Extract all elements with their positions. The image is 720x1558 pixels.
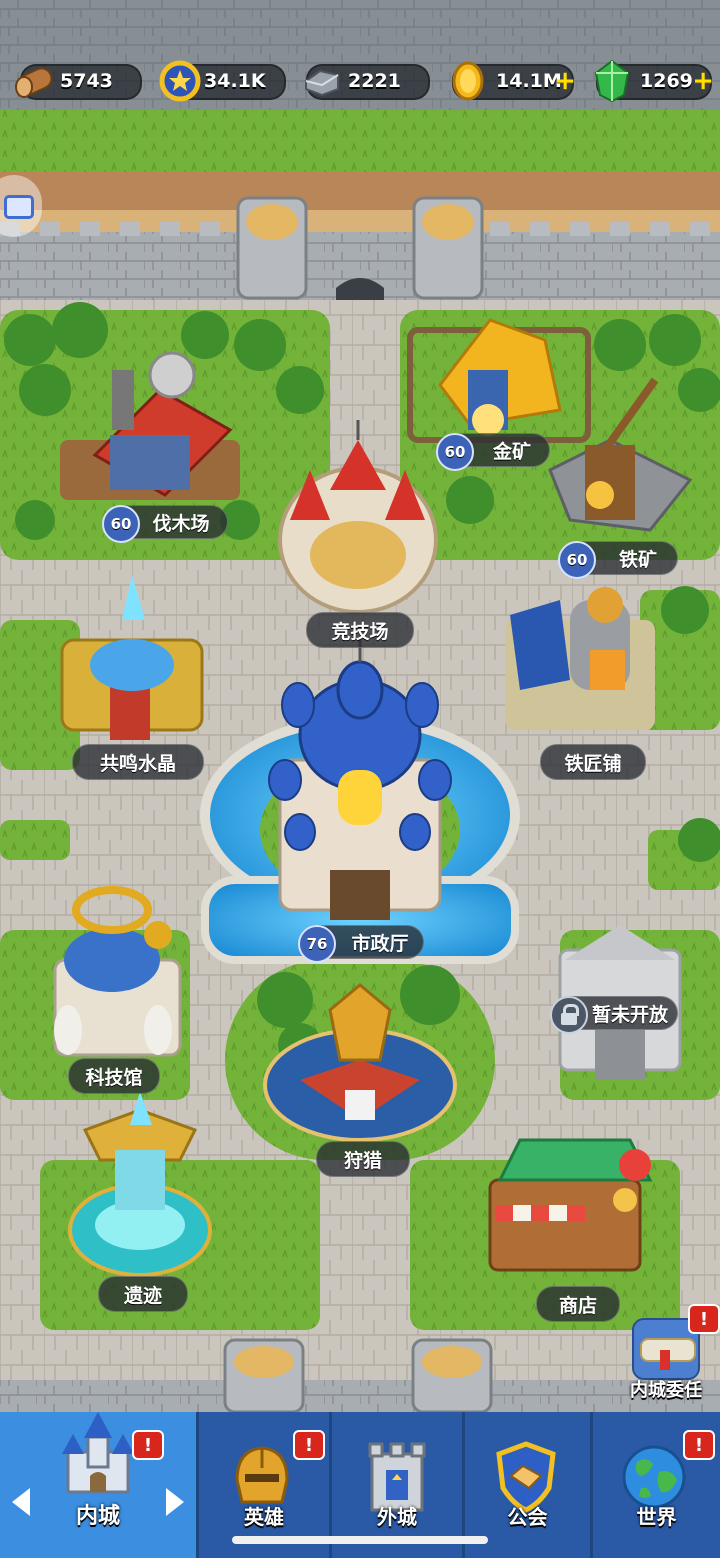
- gem-value: 1269: [640, 70, 693, 92]
- world-alert-badge: !: [683, 1430, 715, 1460]
- iron-counter[interactable]: 2221: [305, 64, 430, 100]
- wood-value: 5743: [60, 70, 113, 92]
- tab-guild-label: 公会: [507, 1505, 548, 1529]
- tech-hall-label[interactable]: 科技馆: [68, 1058, 160, 1094]
- crystal-label[interactable]: 共鸣水晶: [72, 744, 204, 780]
- gold-icon: [452, 61, 484, 101]
- iron-mine-level: 60: [558, 541, 596, 579]
- tab-inner-city-label: 内城: [75, 1504, 120, 1529]
- tab-heroes-label: 英雄: [244, 1505, 284, 1529]
- resource-bar: 5743 34.1K 2221 14.1M + 1269 +: [0, 55, 720, 107]
- gem-counter[interactable]: 1269 +: [594, 59, 714, 103]
- tab-inner-city[interactable]: ! 内城: [0, 1412, 196, 1558]
- medal-value: 34.1K: [204, 70, 266, 92]
- tab-world-label: 世界: [636, 1505, 677, 1529]
- commission-alert-badge: !: [688, 1304, 720, 1334]
- shop-label[interactable]: 商店: [536, 1286, 620, 1322]
- ruins-label[interactable]: 遗迹: [98, 1276, 188, 1312]
- gem-icon: [594, 59, 630, 103]
- arena-label[interactable]: 竞技场: [306, 612, 414, 648]
- lock-icon: [550, 996, 588, 1034]
- wood-counter[interactable]: 5743: [15, 64, 142, 100]
- commission-label: 内城委任: [630, 1380, 702, 1401]
- medal-counter[interactable]: 34.1K: [159, 60, 286, 102]
- lumber-mill-level: 60: [102, 505, 140, 543]
- wood-icon: [15, 67, 53, 98]
- gold-counter[interactable]: 14.1M +: [452, 61, 576, 101]
- gold-mine-level: 60: [436, 433, 474, 471]
- chat-icon: [4, 195, 34, 219]
- medal-icon: [159, 60, 201, 102]
- iron-icon: [305, 69, 339, 97]
- heroes-alert-badge: !: [293, 1430, 325, 1460]
- add-gold-button[interactable]: +: [554, 68, 576, 94]
- add-gem-button[interactable]: +: [692, 68, 714, 94]
- gold-value: 14.1M: [496, 70, 562, 92]
- commission-button[interactable]: ! 内城委任: [618, 1304, 720, 1406]
- home-indicator[interactable]: [232, 1536, 488, 1544]
- inner-city-alert-badge: !: [132, 1430, 164, 1460]
- smithy-label[interactable]: 铁匠铺: [540, 744, 646, 780]
- helmet-icon: [235, 1446, 289, 1504]
- iron-value: 2221: [348, 70, 401, 92]
- tab-world[interactable]: ! 世界: [593, 1412, 720, 1558]
- tab-outer-city-label: 外城: [377, 1505, 417, 1529]
- castle-icon: [62, 1412, 134, 1494]
- town-hall-level: 76: [298, 925, 336, 963]
- hunt-label[interactable]: 狩猎: [316, 1141, 410, 1177]
